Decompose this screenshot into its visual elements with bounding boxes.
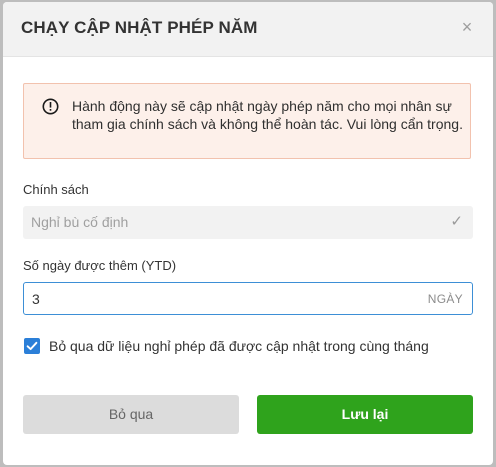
exclamation-circle-icon [42, 98, 59, 115]
save-button[interactable]: Lưu lại [257, 395, 473, 434]
checkmark-icon [26, 341, 38, 351]
dialog-title: CHẠY CẬP NHẬT PHÉP NĂM [21, 18, 258, 37]
warning-text: Hành động này sẽ cập nhật ngày phép năm … [72, 98, 463, 132]
dialog-header: CHẠY CẬP NHẬT PHÉP NĂM × [3, 2, 493, 57]
close-icon[interactable]: × [455, 15, 479, 39]
days-label: Số ngày được thêm (YTD) [23, 258, 177, 273]
policy-label: Chính sách [23, 182, 89, 197]
update-leave-dialog: CHẠY CẬP NHẬT PHÉP NĂM × Hành động này s… [3, 2, 493, 465]
days-unit: NGÀY [427, 292, 463, 306]
warning-alert: Hành động này sẽ cập nhật ngày phép năm … [23, 83, 471, 159]
cancel-button[interactable]: Bỏ qua [23, 395, 239, 434]
skip-updated-checkbox[interactable] [24, 338, 40, 354]
days-input[interactable] [24, 283, 412, 314]
skip-updated-label[interactable]: Bỏ qua dữ liệu nghỉ phép đã được cập nhậ… [49, 338, 429, 354]
days-field: NGÀY [23, 282, 473, 315]
policy-select: Nghỉ bù cố định ✓ [23, 206, 473, 239]
check-icon: ✓ [450, 213, 463, 230]
policy-value: Nghỉ bù cố định [31, 214, 129, 230]
